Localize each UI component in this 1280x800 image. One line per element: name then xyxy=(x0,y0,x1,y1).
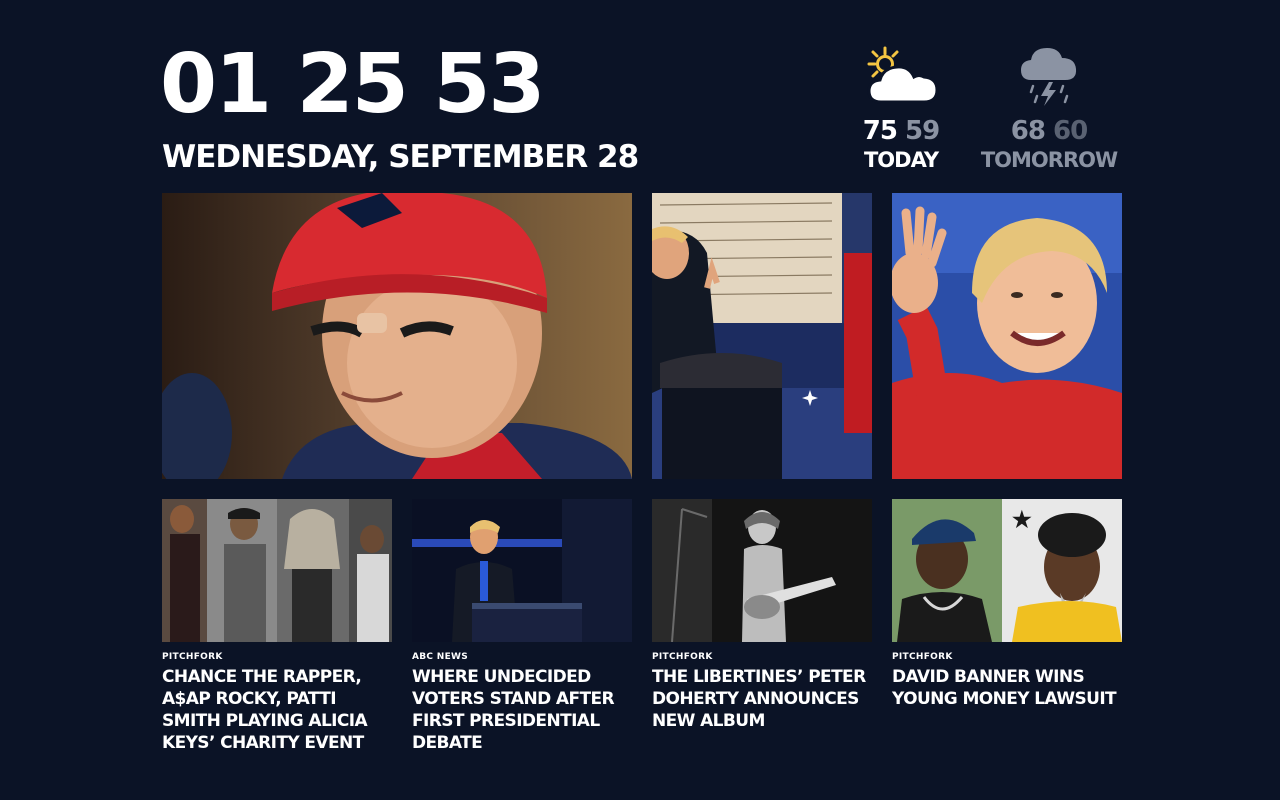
clock-time: 01 25 53 xyxy=(160,37,545,132)
story-1[interactable]: PITCHFORK CHANCE THE RAPPER, A$AP ROCKY,… xyxy=(162,651,394,754)
today-high: 75 xyxy=(862,116,898,146)
guitarist-photo xyxy=(652,499,872,642)
featured-tile-football-player[interactable] xyxy=(162,193,632,479)
svg-text:★: ★ xyxy=(1012,507,1032,532)
story-3[interactable]: PITCHFORK THE LIBERTINES’ PETER DOHERTY … xyxy=(652,651,872,732)
story-headline[interactable]: DAVID BANNER WINS YOUNG MONEY LAWSUIT xyxy=(892,666,1124,710)
story-headline[interactable]: THE LIBERTINES’ PETER DOHERTY ANNOUNCES … xyxy=(652,666,872,732)
story-thumb-2[interactable] xyxy=(412,499,632,642)
debate-podium-photo xyxy=(412,499,632,642)
weather-today-label: TODAY xyxy=(863,148,939,172)
weather-today[interactable]: 75 59 TODAY xyxy=(846,44,956,174)
tomorrow-low: 60 xyxy=(1053,116,1088,146)
story-source: ABC NEWS xyxy=(412,652,469,662)
story-thumb-4[interactable]: ★ xyxy=(892,499,1122,642)
performers-collage-photo xyxy=(162,499,392,642)
story-source: PITCHFORK xyxy=(892,652,953,662)
clock-date: WEDNESDAY, SEPTEMBER 28 xyxy=(162,139,639,175)
two-artists-photo: ★ xyxy=(892,499,1122,642)
tomorrow-high: 68 xyxy=(1010,116,1046,146)
dashboard-screen: 01 25 53 WEDNESDAY, SEPTEMBER 28 75 59 T… xyxy=(0,0,1280,800)
story-headline[interactable]: CHANCE THE RAPPER, A$AP ROCKY, PATTI SMI… xyxy=(162,666,394,754)
featured-tile-candidate[interactable] xyxy=(892,193,1122,479)
partly-cloudy-icon xyxy=(846,44,956,110)
story-thumb-3[interactable] xyxy=(652,499,872,642)
weather-tomorrow-label: TOMORROW xyxy=(980,148,1118,172)
thunderstorm-icon xyxy=(980,44,1118,110)
story-source: PITCHFORK xyxy=(652,652,713,662)
story-4[interactable]: PITCHFORK DAVID BANNER WINS YOUNG MONEY … xyxy=(892,651,1124,710)
today-low: 59 xyxy=(905,116,940,146)
candidate-waving-photo xyxy=(892,193,1122,479)
featured-tile-debate[interactable] xyxy=(652,193,872,479)
story-thumb-1[interactable] xyxy=(162,499,392,642)
story-source: PITCHFORK xyxy=(162,652,223,662)
story-2[interactable]: ABC NEWS WHERE UNDECIDED VOTERS STAND AF… xyxy=(412,651,632,754)
football-player-photo xyxy=(162,193,632,479)
weather-tomorrow[interactable]: 68 60 TOMORROW xyxy=(980,44,1118,174)
story-headline[interactable]: WHERE UNDECIDED VOTERS STAND AFTER FIRST… xyxy=(412,666,632,754)
weather-today-temps: 75 59 xyxy=(846,116,956,146)
weather-tomorrow-temps: 68 60 xyxy=(980,116,1118,146)
presidential-debate-photo xyxy=(652,193,872,479)
